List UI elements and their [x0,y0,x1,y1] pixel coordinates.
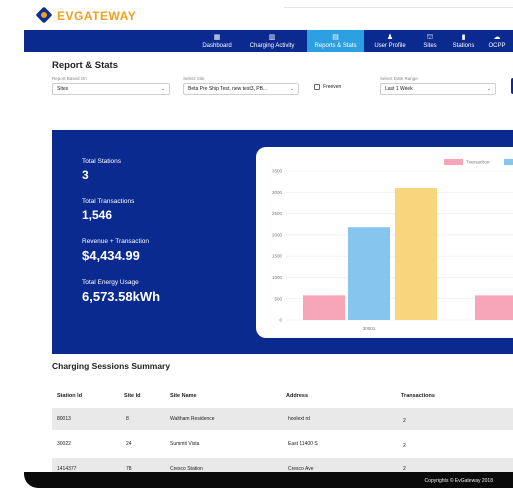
stat-total-transactions: Total Transactions 1,546 [82,198,134,222]
field-label: Select Date Range [380,76,418,81]
nav-label: Charging Activity [249,42,295,49]
nav-sites[interactable]: ⛫ Sites [416,30,444,52]
nav-label: OCPP [488,42,506,49]
legend-label: Transaction [466,160,490,165]
bar [395,188,437,320]
table-row[interactable]: 30022 24 Summit Vista East 11400 S 2 [52,433,513,455]
page-title: Report & Stats [52,60,118,71]
cell: Summit Vista [170,441,200,447]
legend-swatch [504,159,513,165]
col-transactions[interactable]: Transactions [401,393,435,399]
nav-label: Stations [452,42,475,49]
table-row[interactable]: 80013 8 Waltham Residence hoolext rd 2 [52,408,513,430]
y-tick-label: 2500 [272,211,283,216]
bar-chart-icon: ▥ [268,33,276,41]
x-tick-label: 30001 [363,326,376,331]
stat-label: Total Stations [82,158,122,165]
nav-ocpp[interactable]: ☁ OCPP [483,30,511,52]
stat-value: 6,573.58kWh [82,289,161,304]
col-site-id[interactable]: Site Id [124,393,141,399]
y-tick-label: 500 [274,296,282,301]
bar [348,227,390,320]
checkbox-label: Freeven [323,84,342,90]
divider [284,7,513,8]
stat-total-stations: Total Stations 3 [82,158,121,182]
field-label: Report Based On [52,76,87,81]
cell: 24 [126,441,132,447]
stat-energy: Total Energy Usage 6,573.58kWh [82,279,160,304]
nav-label: Dashboard [202,42,232,49]
col-site-name[interactable]: Site Name [170,393,197,399]
stat-label: Total Transactions [82,198,135,205]
users-icon: ♟ [386,33,394,41]
nav-reports-stats[interactable]: ▤ Reports & Stats [307,30,364,52]
section-title: Charging Sessions Summary [52,361,171,371]
y-tick-label: 1500 [272,254,283,259]
report-based-on-select[interactable]: Sites ⌄ [52,83,170,95]
cell: hoolext rd [288,416,310,422]
stat-value: 1,546 [82,208,113,222]
freeven-checkbox[interactable]: Freeven [314,84,341,90]
copyright-text: Copyrights © EvGateway 2018 [424,478,493,484]
bar [475,295,513,320]
chevron-down-icon: ⌄ [289,86,294,92]
nav-label: Sites [423,42,437,49]
chevron-down-icon: ⌄ [486,86,491,92]
nav-label: User Profile [374,42,406,49]
select-value: Sites [57,86,69,92]
y-tick-label: 3000 [272,190,283,195]
stat-value: 3 [82,168,89,182]
checkbox-box[interactable] [314,84,320,90]
site-select[interactable]: Beta Pre Ship Test, new test3, PB... ⌄ [183,83,299,95]
nav-user-profile[interactable]: ♟ User Profile [367,30,413,52]
legend-swatch [444,159,463,165]
sites-icon: ⛫ [426,33,434,41]
report-icon: ▤ [332,33,339,41]
logo-bar: EVGATEWAY [24,0,513,30]
app-frame: EVGATEWAY ▦ Dashboard ▥ Charging Activit… [24,0,513,488]
nav-label: Reports & Stats [314,42,357,49]
date-range-field: Select Date Range Last 1 Week ⌄ [380,76,496,95]
y-tick-label: 0 [279,318,282,323]
nav-dashboard[interactable]: ▦ Dashboard [194,30,240,52]
bar-chart-card: 0 500 1000 1500 2000 2500 3000 3500 30001 Transac… [256,147,513,338]
field-label: Select Site [183,76,205,81]
chevron-down-icon: ⌄ [160,86,165,92]
bar [303,295,345,320]
stat-label: Total Energy Usage [82,279,139,286]
logo-icon [35,6,54,24]
y-tick-label: 1000 [272,275,283,280]
stations-icon: ▮ [461,33,466,41]
nav-charging-activity[interactable]: ▥ Charging Activity [242,30,302,52]
main-nav: ▦ Dashboard ▥ Charging Activity ▤ Report… [24,30,513,52]
select-value: Beta Pre Ship Test, new test3, PB... [188,86,268,92]
cell: 8 [126,416,129,422]
bar-chart: 0 500 1000 1500 2000 2500 3000 3500 30001 Transac… [272,159,513,331]
select-site-field: Select Site Beta Pre Ship Test, new test… [183,76,299,95]
cell: East 11400 S [288,441,318,447]
col-station-id[interactable]: Station Id [57,393,82,399]
col-address[interactable]: Address [286,393,308,399]
nav-stations[interactable]: ▮ Stations [447,30,480,52]
stat-revenue: Revenue + Transaction $4,434.99 [82,238,149,263]
brand-logo[interactable]: EVGATEWAY [35,6,137,24]
cell: 30022 [57,441,71,447]
cell: 2 [403,418,406,424]
y-tick-label: 3500 [272,169,283,174]
y-tick-label: 2000 [272,232,283,237]
footer: Copyrights © EvGateway 2018 [24,472,513,488]
logo-text: EVGATEWAY [57,9,137,23]
select-value: Last 1 Week [385,86,413,92]
stat-label: Revenue + Transaction [82,238,150,245]
cell: Waltham Residence [170,416,215,422]
stat-value: $4,434.99 [82,248,140,263]
cell: 80013 [57,416,71,422]
cell: 2 [403,443,406,449]
report-based-on-field: Report Based On Sites ⌄ [52,76,170,95]
cloud-icon: ☁ [493,33,501,41]
table-header: Station Id Site Id Site Name Address Tra… [52,390,513,404]
date-range-select[interactable]: Last 1 Week ⌄ [380,83,496,95]
dashboard-icon: ▦ [213,33,221,41]
